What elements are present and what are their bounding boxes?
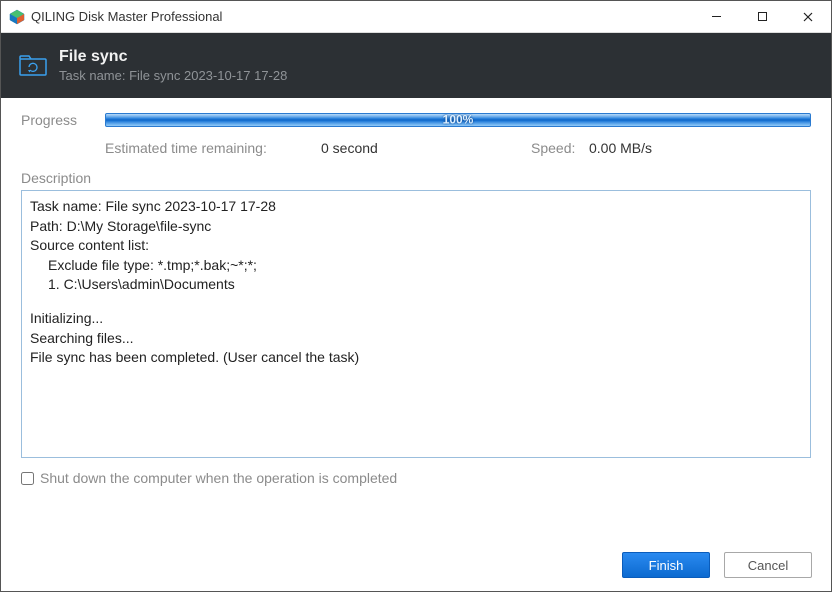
- log-line: Exclude file type: *.tmp;*.bak;~*;*;: [30, 256, 802, 276]
- shutdown-option[interactable]: Shut down the computer when the operatio…: [21, 470, 811, 486]
- log-line: File sync has been completed. (User canc…: [30, 348, 802, 368]
- progress-label: Progress: [21, 112, 93, 128]
- finish-button[interactable]: Finish: [622, 552, 710, 578]
- progress-bar: 100%: [105, 113, 811, 127]
- app-title: QILING Disk Master Professional: [31, 9, 693, 24]
- log-line: Task name: File sync 2023-10-17 17-28: [30, 197, 802, 217]
- log-spacer: [30, 295, 802, 309]
- eta-value: 0 second: [321, 140, 531, 156]
- folder-sync-icon: [19, 55, 47, 77]
- header-subtitle: Task name: File sync 2023-10-17 17-28: [59, 68, 287, 83]
- log-line: 1. C:\Users\admin\Documents: [30, 275, 802, 295]
- header: File sync Task name: File sync 2023-10-1…: [1, 33, 831, 98]
- cancel-button[interactable]: Cancel: [724, 552, 812, 578]
- shutdown-label: Shut down the computer when the operatio…: [40, 470, 397, 486]
- footer-buttons: Finish Cancel: [622, 552, 812, 578]
- speed-value: 0.00 MB/s: [589, 140, 652, 156]
- minimize-button[interactable]: [693, 1, 739, 32]
- maximize-button[interactable]: [739, 1, 785, 32]
- description-label: Description: [21, 170, 811, 186]
- description-box[interactable]: Task name: File sync 2023-10-17 17-28 Pa…: [21, 190, 811, 458]
- progress-row: Progress 100%: [21, 112, 811, 128]
- log-line: Searching files...: [30, 329, 802, 349]
- stats-row: Estimated time remaining: 0 second Speed…: [21, 140, 811, 156]
- window-controls: [693, 1, 831, 32]
- content: Progress 100% Estimated time remaining: …: [1, 98, 831, 496]
- log-line: Source content list:: [30, 236, 802, 256]
- log-line: Initializing...: [30, 309, 802, 329]
- shutdown-checkbox[interactable]: [21, 472, 34, 485]
- title-bar: QILING Disk Master Professional: [1, 1, 831, 33]
- log-line: Path: D:\My Storage\file-sync: [30, 217, 802, 237]
- eta-label: Estimated time remaining:: [105, 140, 321, 156]
- header-text: File sync Task name: File sync 2023-10-1…: [59, 48, 287, 83]
- close-button[interactable]: [785, 1, 831, 32]
- app-icon: [9, 9, 25, 25]
- header-title: File sync: [59, 48, 287, 66]
- speed-label: Speed:: [531, 140, 589, 156]
- progress-percent: 100%: [443, 113, 474, 126]
